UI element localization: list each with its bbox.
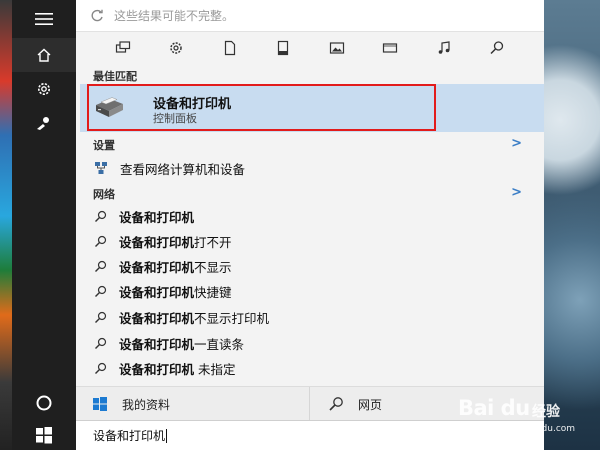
incomplete-results-notice: 这些结果可能不完整。 [114,9,235,23]
settings-section-heading: 设置 [93,139,115,152]
start-sidebar [12,0,76,450]
suggestion-match: 设备和打印机 [119,336,195,352]
settings-result-label: 查看网络计算机和设备 [120,161,246,177]
suggestion-match: 设备和打印机 [119,361,195,377]
search-header: 这些结果可能不完整。 [76,0,544,32]
suggestion-match: 设备和打印机 [119,209,195,225]
web-suggestion-item[interactable]: 设备和打印机一直读条 [76,331,544,355]
music-filter-icon[interactable] [434,38,454,58]
documents-filter-icon[interactable] [220,38,240,58]
windows-logo-icon [93,397,107,411]
home-button[interactable] [12,38,76,72]
watermark-url: jingyan.baidu.com [492,424,576,434]
highlight-box [87,84,436,131]
chevron-right-icon[interactable]: > [511,136,522,151]
watermark-logo: Bai du [458,396,530,420]
start-button[interactable] [12,418,76,450]
web-suggestion-item[interactable]: 设备和打印机不显示 [76,254,544,278]
suggestion-match: 设备和打印机 [119,284,195,300]
settings-result-item[interactable]: 查看网络计算机和设备 [76,156,544,180]
web-search-filter-icon[interactable] [487,38,507,58]
suggestion-rest: 快捷键 [194,284,232,300]
folders-filter-icon[interactable] [273,38,293,58]
web-suggestion-item[interactable]: 设备和打印机不显示打印机 [76,305,544,329]
search-icon [329,397,343,411]
desktop-tiles-strip [0,0,12,450]
search-icon [95,285,107,297]
videos-filter-icon[interactable] [380,38,400,58]
suggestion-rest: 一直读条 [194,336,245,352]
chevron-right-icon[interactable]: > [511,185,522,200]
web-search-label: 网页 [358,397,383,412]
suggestion-match: 设备和打印机 [119,234,195,250]
suggestion-rest: 不显示 [194,259,232,275]
suggestion-match: 设备和打印机 [119,259,195,275]
web-suggestion-item[interactable]: 设备和打印机打不开 [76,229,544,253]
my-stuff-label: 我的资料 [122,397,171,412]
search-icon [95,337,107,349]
search-icon [95,362,107,374]
search-icon [95,235,107,247]
watermark-text: 经验 [532,404,560,420]
web-suggestion-item[interactable]: 设备和打印机快捷键 [76,279,544,303]
hamburger-menu-button[interactable] [12,2,76,36]
hamburger-icon [35,13,53,25]
windows-logo-icon [36,427,52,444]
web-section-heading: 网络 [93,188,115,201]
search-icon [95,311,107,323]
text-caret [166,428,168,443]
feedback-icon [37,117,49,130]
search-icon [95,260,107,272]
cortana-button[interactable] [12,386,76,420]
search-filter-bar [76,32,544,64]
suggestion-rest: 打不开 [194,234,232,250]
home-icon [37,48,51,62]
gear-icon [38,83,50,95]
search-results-panel: 这些结果可能不完整。 最佳匹配 设备和打印机 控制面板 设置 > 查看网络计算机… [76,0,544,450]
apps-filter-icon[interactable] [113,38,133,58]
search-icon [95,210,107,222]
cortana-circle-icon [36,395,52,411]
photos-filter-icon[interactable] [327,38,347,58]
web-suggestion-item[interactable]: 设备和打印机 未指定 [76,356,544,380]
best-match-subtitle: 控制面板 [153,112,197,125]
refresh-icon [91,9,103,21]
suggestion-match: 设备和打印机 [119,310,195,326]
printer-icon [92,91,126,125]
suggestion-rest: 不显示打印机 [194,310,270,326]
settings-button[interactable] [12,72,76,106]
best-match-heading: 最佳匹配 [93,70,137,83]
my-stuff-button[interactable]: 我的资料 [76,387,310,421]
settings-filter-icon[interactable] [166,38,186,58]
feedback-button[interactable] [12,106,76,140]
search-query-text: 设备和打印机 [93,429,166,443]
suggestion-rest: 未指定 [194,361,236,377]
baidu-jingyan-watermark: Bai du 经验 jingyan.baidu.com [458,388,588,438]
web-suggestion-item[interactable]: 设备和打印机 [76,204,544,228]
network-icon [95,162,107,174]
